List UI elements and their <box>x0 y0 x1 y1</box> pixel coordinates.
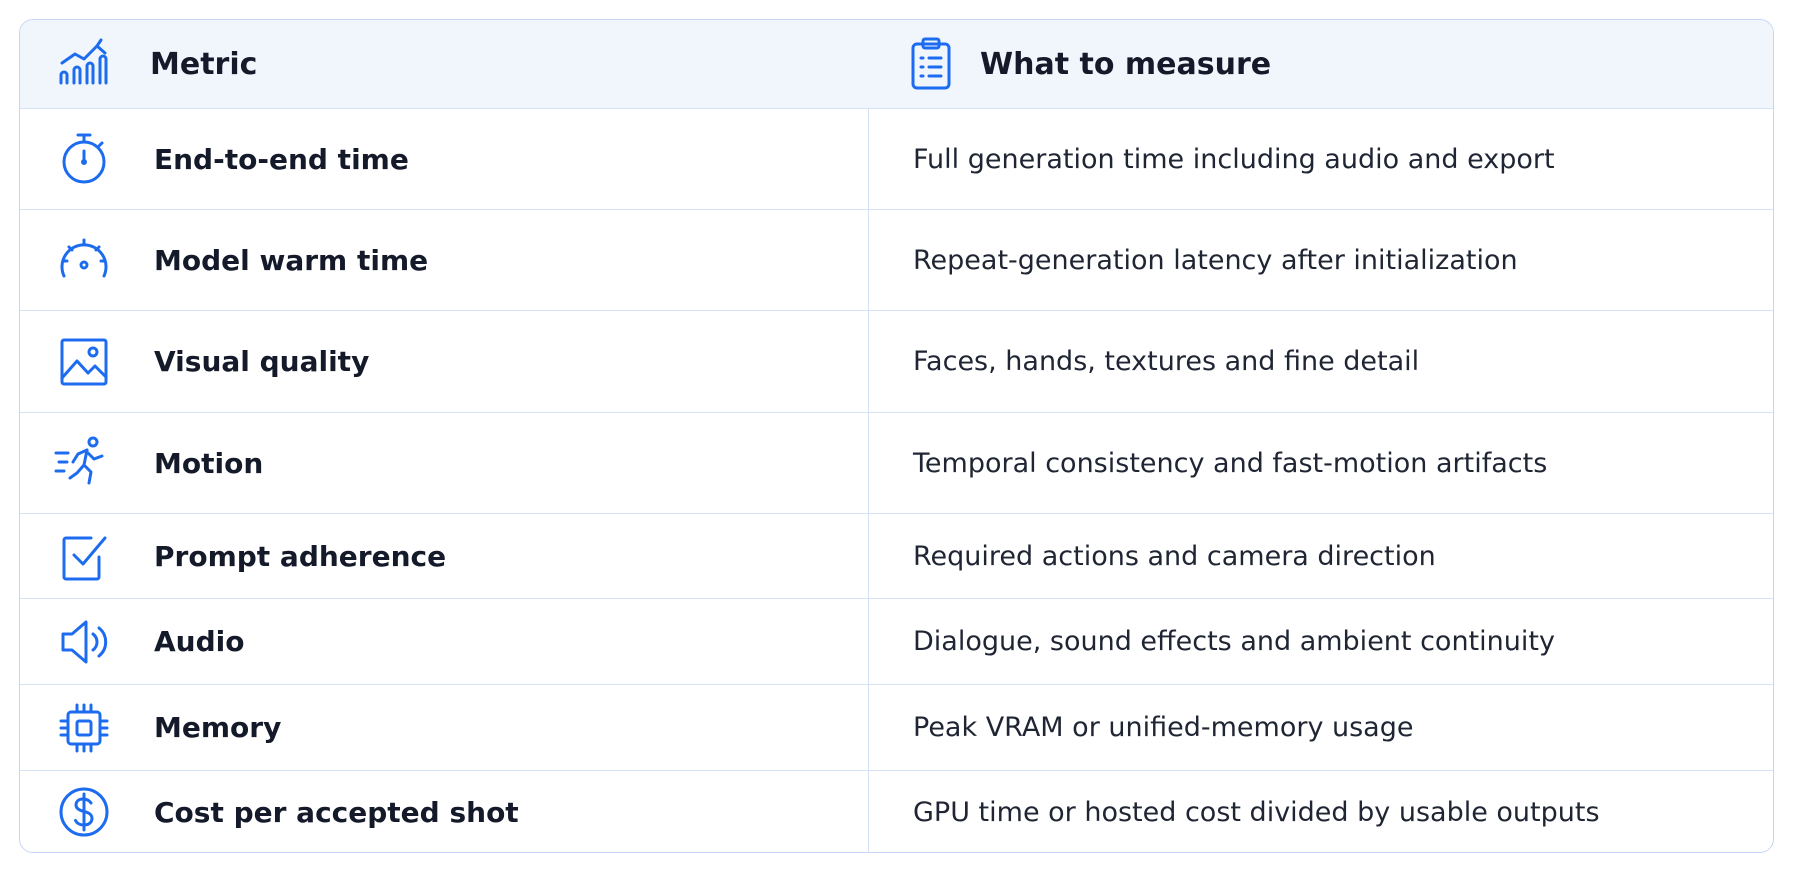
metric-label: Memory <box>154 711 282 744</box>
table-row: Motion Temporal consistency and fast-mot… <box>20 413 1773 514</box>
table-row: Visual quality Faces, hands, textures an… <box>20 311 1773 413</box>
metrics-table: Metric What to measure End-to-end time F… <box>19 19 1774 853</box>
chart-trend-icon <box>57 37 111 91</box>
table-header-row: Metric What to measure <box>20 20 1773 109</box>
table-row: Prompt adherence Required actions and ca… <box>20 514 1773 599</box>
table-row: Cost per accepted shot GPU time or hoste… <box>20 771 1773 852</box>
speaker-icon <box>57 615 111 669</box>
measure-text: Faces, hands, textures and fine detail <box>913 346 1420 377</box>
metric-label: Cost per accepted shot <box>154 796 519 829</box>
table-row: Memory Peak VRAM or unified-memory usage <box>20 685 1773 771</box>
stopwatch-icon <box>57 131 111 185</box>
measure-text: Dialogue, sound effects and ambient cont… <box>913 626 1555 657</box>
table-row: Audio Dialogue, sound effects and ambien… <box>20 599 1773 685</box>
image-icon <box>57 335 111 389</box>
metric-label: Motion <box>154 446 264 480</box>
header-measure-label: What to measure <box>980 46 1272 82</box>
metric-label: Visual quality <box>154 345 370 378</box>
metric-label: Prompt adherence <box>154 539 447 573</box>
running-person-icon <box>53 435 107 489</box>
measure-text: Peak VRAM or unified-memory usage <box>913 712 1414 743</box>
chip-icon <box>57 701 111 755</box>
clipboard-list-icon <box>904 37 958 91</box>
measure-text: Full generation time including audio and… <box>913 143 1555 175</box>
metric-label: Model warm time <box>154 243 429 277</box>
header-metric-label: Metric <box>150 46 258 82</box>
metric-label: Audio <box>154 625 245 658</box>
metric-label: End-to-end time <box>154 142 409 176</box>
table-row: Model warm time Repeat-generation latenc… <box>20 210 1773 311</box>
table-row: End-to-end time Full generation time inc… <box>20 109 1773 210</box>
checkbox-icon <box>57 530 111 584</box>
dollar-coin-icon <box>57 785 111 839</box>
measure-text: GPU time or hosted cost divided by usabl… <box>913 797 1600 828</box>
speedometer-icon <box>57 232 111 286</box>
measure-text: Required actions and camera direction <box>913 540 1436 572</box>
measure-text: Repeat-generation latency after initiali… <box>913 244 1518 276</box>
measure-text: Temporal consistency and fast-motion art… <box>913 447 1548 479</box>
